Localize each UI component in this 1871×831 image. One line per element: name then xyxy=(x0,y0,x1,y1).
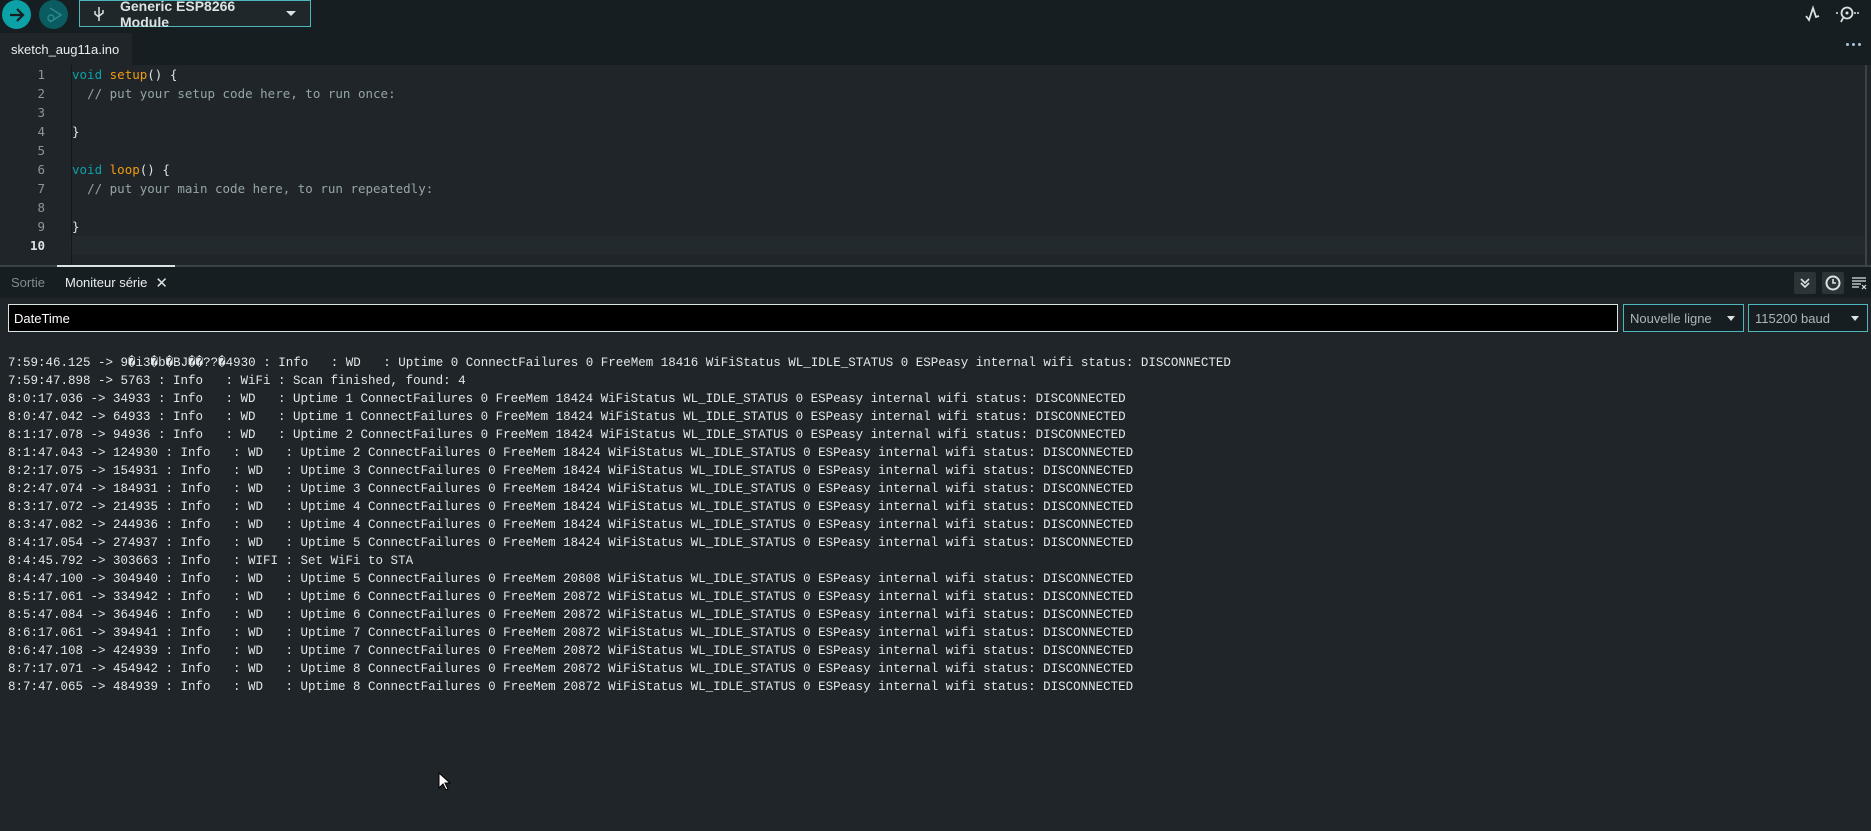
log-line: 8:2:17.075 -> 154931 : Info : WD : Uptim… xyxy=(8,464,1134,478)
log-line: 7:59:46.125 -> 9�i3�b�BJ��??�4930 : Info… xyxy=(8,356,1231,370)
log-line: 8:1:47.043 -> 124930 : Info : WD : Uptim… xyxy=(8,446,1134,460)
tab-output[interactable]: Sortie xyxy=(11,267,45,298)
line-number-gutter: 1 2 3 4 5 6 7 8 9 10 xyxy=(0,65,70,255)
line-number: 7 xyxy=(37,181,45,196)
log-line: 8:6:17.061 -> 394941 : Info : WD : Uptim… xyxy=(8,626,1134,640)
code-editor[interactable]: 1 2 3 4 5 6 7 8 9 10 void setup() { // put your s… xyxy=(0,65,1871,265)
timestamp-toggle-button[interactable] xyxy=(1822,272,1844,294)
code-line: } xyxy=(72,122,1865,141)
code-line: void loop() { xyxy=(72,160,1865,179)
clock-icon xyxy=(1825,275,1841,291)
log-line: 7:59:47.898 -> 5763 : Info : WiFi : Scan… xyxy=(8,374,466,388)
function-name: setup xyxy=(109,67,148,82)
serial-monitor-icon xyxy=(1836,6,1859,23)
file-tab-bar: sketch_aug11a.ino xyxy=(0,33,1871,65)
function-name: loop xyxy=(109,162,140,177)
autoscroll-button[interactable] xyxy=(1794,272,1816,294)
verify-button[interactable] xyxy=(2,0,31,29)
debug-icon xyxy=(46,6,62,23)
serial-output-log[interactable]: 7:59:46.125 -> 9�i3�b�BJ��??�4930 : Info… xyxy=(8,354,1871,831)
line-number: 8 xyxy=(37,200,45,215)
serial-plotter-button[interactable] xyxy=(1800,3,1826,25)
chevron-down-icon xyxy=(286,11,296,16)
mouse-cursor-icon xyxy=(438,772,452,791)
line-ending-select[interactable]: Nouvelle ligne xyxy=(1623,304,1744,332)
baud-rate-select[interactable]: 115200 baud xyxy=(1748,304,1868,332)
code-line: void setup() { xyxy=(72,65,1865,84)
keyword: void xyxy=(72,67,103,82)
code-line: // put your setup code here, to run once… xyxy=(72,84,1865,103)
line-number: 10 xyxy=(29,238,45,253)
line-number: 9 xyxy=(37,219,45,234)
log-line: 8:2:47.074 -> 184931 : Info : WD : Uptim… xyxy=(8,482,1134,496)
panel-tabs: Sortie Moniteur série ✕ xyxy=(0,265,1871,298)
serial-plotter-icon xyxy=(1805,5,1820,22)
line-ending-value: Nouvelle ligne xyxy=(1630,310,1712,326)
log-line: 8:5:17.061 -> 334942 : Info : WD : Uptim… xyxy=(8,590,1134,604)
log-line: 8:0:47.042 -> 64933 : Info : WD : Uptime… xyxy=(8,410,1126,424)
tab-serial-monitor[interactable]: Moniteur série ✕ xyxy=(57,265,175,298)
line-number: 6 xyxy=(37,162,45,177)
toolbar: Generic ESP8266 Module xyxy=(0,0,1871,33)
log-line: 8:4:47.100 -> 304940 : Info : WD : Uptim… xyxy=(8,572,1134,586)
line-number: 5 xyxy=(37,143,45,158)
file-tab[interactable]: sketch_aug11a.ino xyxy=(0,33,132,65)
chevron-down-icon xyxy=(1727,316,1735,321)
serial-monitor-button[interactable] xyxy=(1834,3,1860,25)
line-number: 3 xyxy=(37,105,45,120)
log-line: 8:3:47.082 -> 244936 : Info : WD : Uptim… xyxy=(8,518,1134,532)
code-area[interactable]: void setup() { // put your setup code he… xyxy=(71,65,1865,265)
log-line: 8:5:47.084 -> 364946 : Info : WD : Uptim… xyxy=(8,608,1134,622)
log-line: 8:6:47.108 -> 424939 : Info : WD : Uptim… xyxy=(8,644,1134,658)
chevron-down-icon xyxy=(1851,316,1859,321)
code-line: // put your main code here, to run repea… xyxy=(72,179,1865,198)
log-line: 8:4:17.054 -> 274937 : Info : WD : Uptim… xyxy=(8,536,1134,550)
code-text: () { xyxy=(147,67,178,82)
comment: // put your main code here, to run repea… xyxy=(87,181,434,196)
log-line: 8:3:17.072 -> 214935 : Info : WD : Uptim… xyxy=(8,500,1134,514)
log-line: 8:4:45.792 -> 303663 : Info : WIFI : Set… xyxy=(8,554,414,568)
keyword: void xyxy=(72,162,103,177)
editor-scrollbar[interactable] xyxy=(1865,65,1867,265)
usb-icon xyxy=(92,6,110,22)
ellipsis-icon[interactable] xyxy=(1846,43,1861,46)
code-text: } xyxy=(72,219,80,234)
comment: // put your setup code here, to run once… xyxy=(87,86,396,101)
line-number: 4 xyxy=(37,124,45,139)
message-input[interactable] xyxy=(8,304,1618,332)
bottom-panel: Sortie Moniteur série ✕ Nouvelle ligne 1… xyxy=(0,265,1871,831)
baud-rate-value: 115200 baud xyxy=(1755,310,1830,326)
log-line: 8:0:17.036 -> 34933 : Info : WD : Uptime… xyxy=(8,392,1126,406)
tab-serial-monitor-label: Moniteur série xyxy=(65,275,148,290)
log-line: 8:1:17.078 -> 94936 : Info : WD : Uptime… xyxy=(8,428,1126,442)
debug-button[interactable] xyxy=(39,0,68,29)
log-line: 8:7:17.071 -> 454942 : Info : WD : Uptim… xyxy=(8,662,1134,676)
board-name: Generic ESP8266 Module xyxy=(120,0,236,30)
code-text: () { xyxy=(139,162,170,177)
arrow-right-icon xyxy=(9,7,25,22)
code-text: } xyxy=(72,124,80,139)
line-number: 1 xyxy=(37,67,45,82)
clear-output-icon xyxy=(1852,277,1867,290)
board-selector[interactable]: Generic ESP8266 Module xyxy=(79,0,311,30)
clear-output-button[interactable] xyxy=(1848,272,1870,294)
close-icon[interactable]: ✕ xyxy=(155,274,168,292)
chevrons-down-icon xyxy=(1800,278,1810,289)
line-number: 2 xyxy=(37,86,45,101)
log-line: 8:7:47.065 -> 484939 : Info : WD : Uptim… xyxy=(8,680,1134,694)
code-line: } xyxy=(72,217,1865,236)
